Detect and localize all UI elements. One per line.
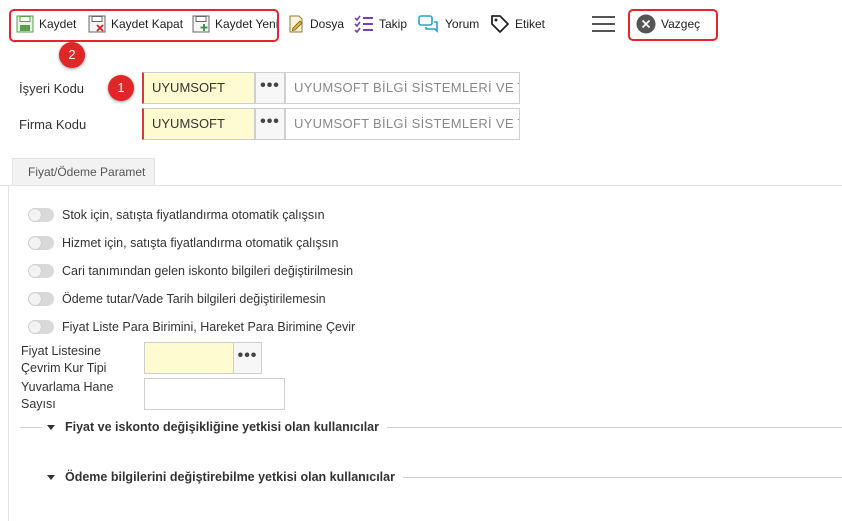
comment-button[interactable]: Yorum bbox=[418, 13, 479, 35]
company-code-label: Firma Kodu bbox=[19, 117, 87, 132]
tag-button[interactable]: Etiket bbox=[490, 13, 545, 35]
payment-lock-toggle[interactable] bbox=[28, 292, 54, 306]
toggle-row-service-pricing[interactable]: Hizmet için, satışta fiyatlandırma otoma… bbox=[28, 235, 338, 251]
price-rate-type-label: Fiyat Listesine Çevrim Kur Tipi bbox=[21, 344, 107, 375]
service-pricing-toggle[interactable] bbox=[28, 236, 54, 250]
tab-bar: Fiyat/Ödeme Paramet bbox=[0, 158, 842, 186]
step-badge-2: 2 bbox=[59, 42, 85, 68]
discount-lock-label: Cari tanımından gelen iskonto bilgileri … bbox=[62, 264, 354, 278]
file-edit-icon bbox=[289, 15, 303, 33]
company-code-input[interactable]: UYUMSOFT bbox=[142, 108, 255, 140]
rounding-digits-input[interactable] bbox=[144, 378, 285, 410]
toggle-row-stock-pricing[interactable]: Stok için, satışta fiyatlandırma otomati… bbox=[28, 207, 325, 223]
stock-pricing-toggle[interactable] bbox=[28, 208, 54, 222]
save-group-highlight bbox=[9, 9, 279, 42]
section-price-discount-users: Fiyat ve iskonto değişikliğine yetkisi o… bbox=[20, 419, 842, 435]
tab-price-payment[interactable]: Fiyat/Ödeme Paramet bbox=[12, 158, 155, 185]
toggle-row-currency-convert[interactable]: Fiyat Liste Para Birimini, Hareket Para … bbox=[28, 319, 355, 335]
stock-pricing-label: Stok için, satışta fiyatlandırma otomati… bbox=[62, 208, 325, 222]
caret-down-icon[interactable] bbox=[47, 474, 55, 480]
workplace-code-label: İşyeri Kodu bbox=[19, 81, 85, 96]
step-badge-1: 1 bbox=[108, 75, 134, 101]
workplace-lookup-button[interactable]: ••• bbox=[255, 72, 285, 104]
service-pricing-label: Hizmet için, satışta fiyatlandırma otoma… bbox=[62, 236, 339, 250]
comment-icon bbox=[418, 15, 438, 33]
section-title-price-discount: Fiyat ve iskonto değişikliğine yetkisi o… bbox=[65, 420, 379, 434]
currency-convert-label: Fiyat Liste Para Birimini, Hareket Para … bbox=[62, 320, 356, 334]
discount-lock-toggle[interactable] bbox=[28, 264, 54, 278]
section-title-payment: Ödeme bilgilerini değiştirebilme yetkisi… bbox=[65, 470, 395, 484]
comment-label: Yorum bbox=[445, 17, 480, 31]
follow-button[interactable]: Takip bbox=[354, 13, 407, 35]
workplace-code-input[interactable]: UYUMSOFT bbox=[142, 72, 255, 104]
file-label: Dosya bbox=[310, 17, 345, 31]
section-payment-users: Ödeme bilgilerini değiştirebilme yetkisi… bbox=[20, 469, 842, 485]
rounding-digits-label: Yuvarlama Hane Sayısı bbox=[21, 380, 114, 411]
follow-label: Takip bbox=[379, 17, 408, 31]
currency-convert-toggle[interactable] bbox=[28, 320, 54, 334]
tag-icon bbox=[491, 15, 509, 33]
caret-down-icon[interactable] bbox=[47, 424, 55, 430]
toggle-row-discount-lock[interactable]: Cari tanımından gelen iskonto bilgileri … bbox=[28, 263, 353, 279]
company-lookup-button[interactable]: ••• bbox=[255, 108, 285, 140]
tag-label: Etiket bbox=[515, 17, 546, 31]
menu-icon[interactable] bbox=[592, 16, 615, 32]
file-button[interactable]: Dosya bbox=[287, 13, 344, 35]
cancel-highlight bbox=[628, 9, 718, 41]
payment-lock-label: Ödeme tutar/Vade Tarih bilgileri değişti… bbox=[62, 292, 326, 306]
price-rate-type-lookup-button[interactable]: ••• bbox=[233, 342, 262, 374]
toggle-row-payment-lock[interactable]: Ödeme tutar/Vade Tarih bilgileri değişti… bbox=[28, 291, 326, 307]
workplace-description: UYUMSOFT BİLGİ SİSTEMLERİ VE TEKN bbox=[285, 72, 520, 104]
company-description: UYUMSOFT BİLGİ SİSTEMLERİ VE TEKN bbox=[285, 108, 520, 140]
price-rate-type-input[interactable] bbox=[144, 342, 234, 374]
checklist-icon bbox=[354, 15, 373, 33]
